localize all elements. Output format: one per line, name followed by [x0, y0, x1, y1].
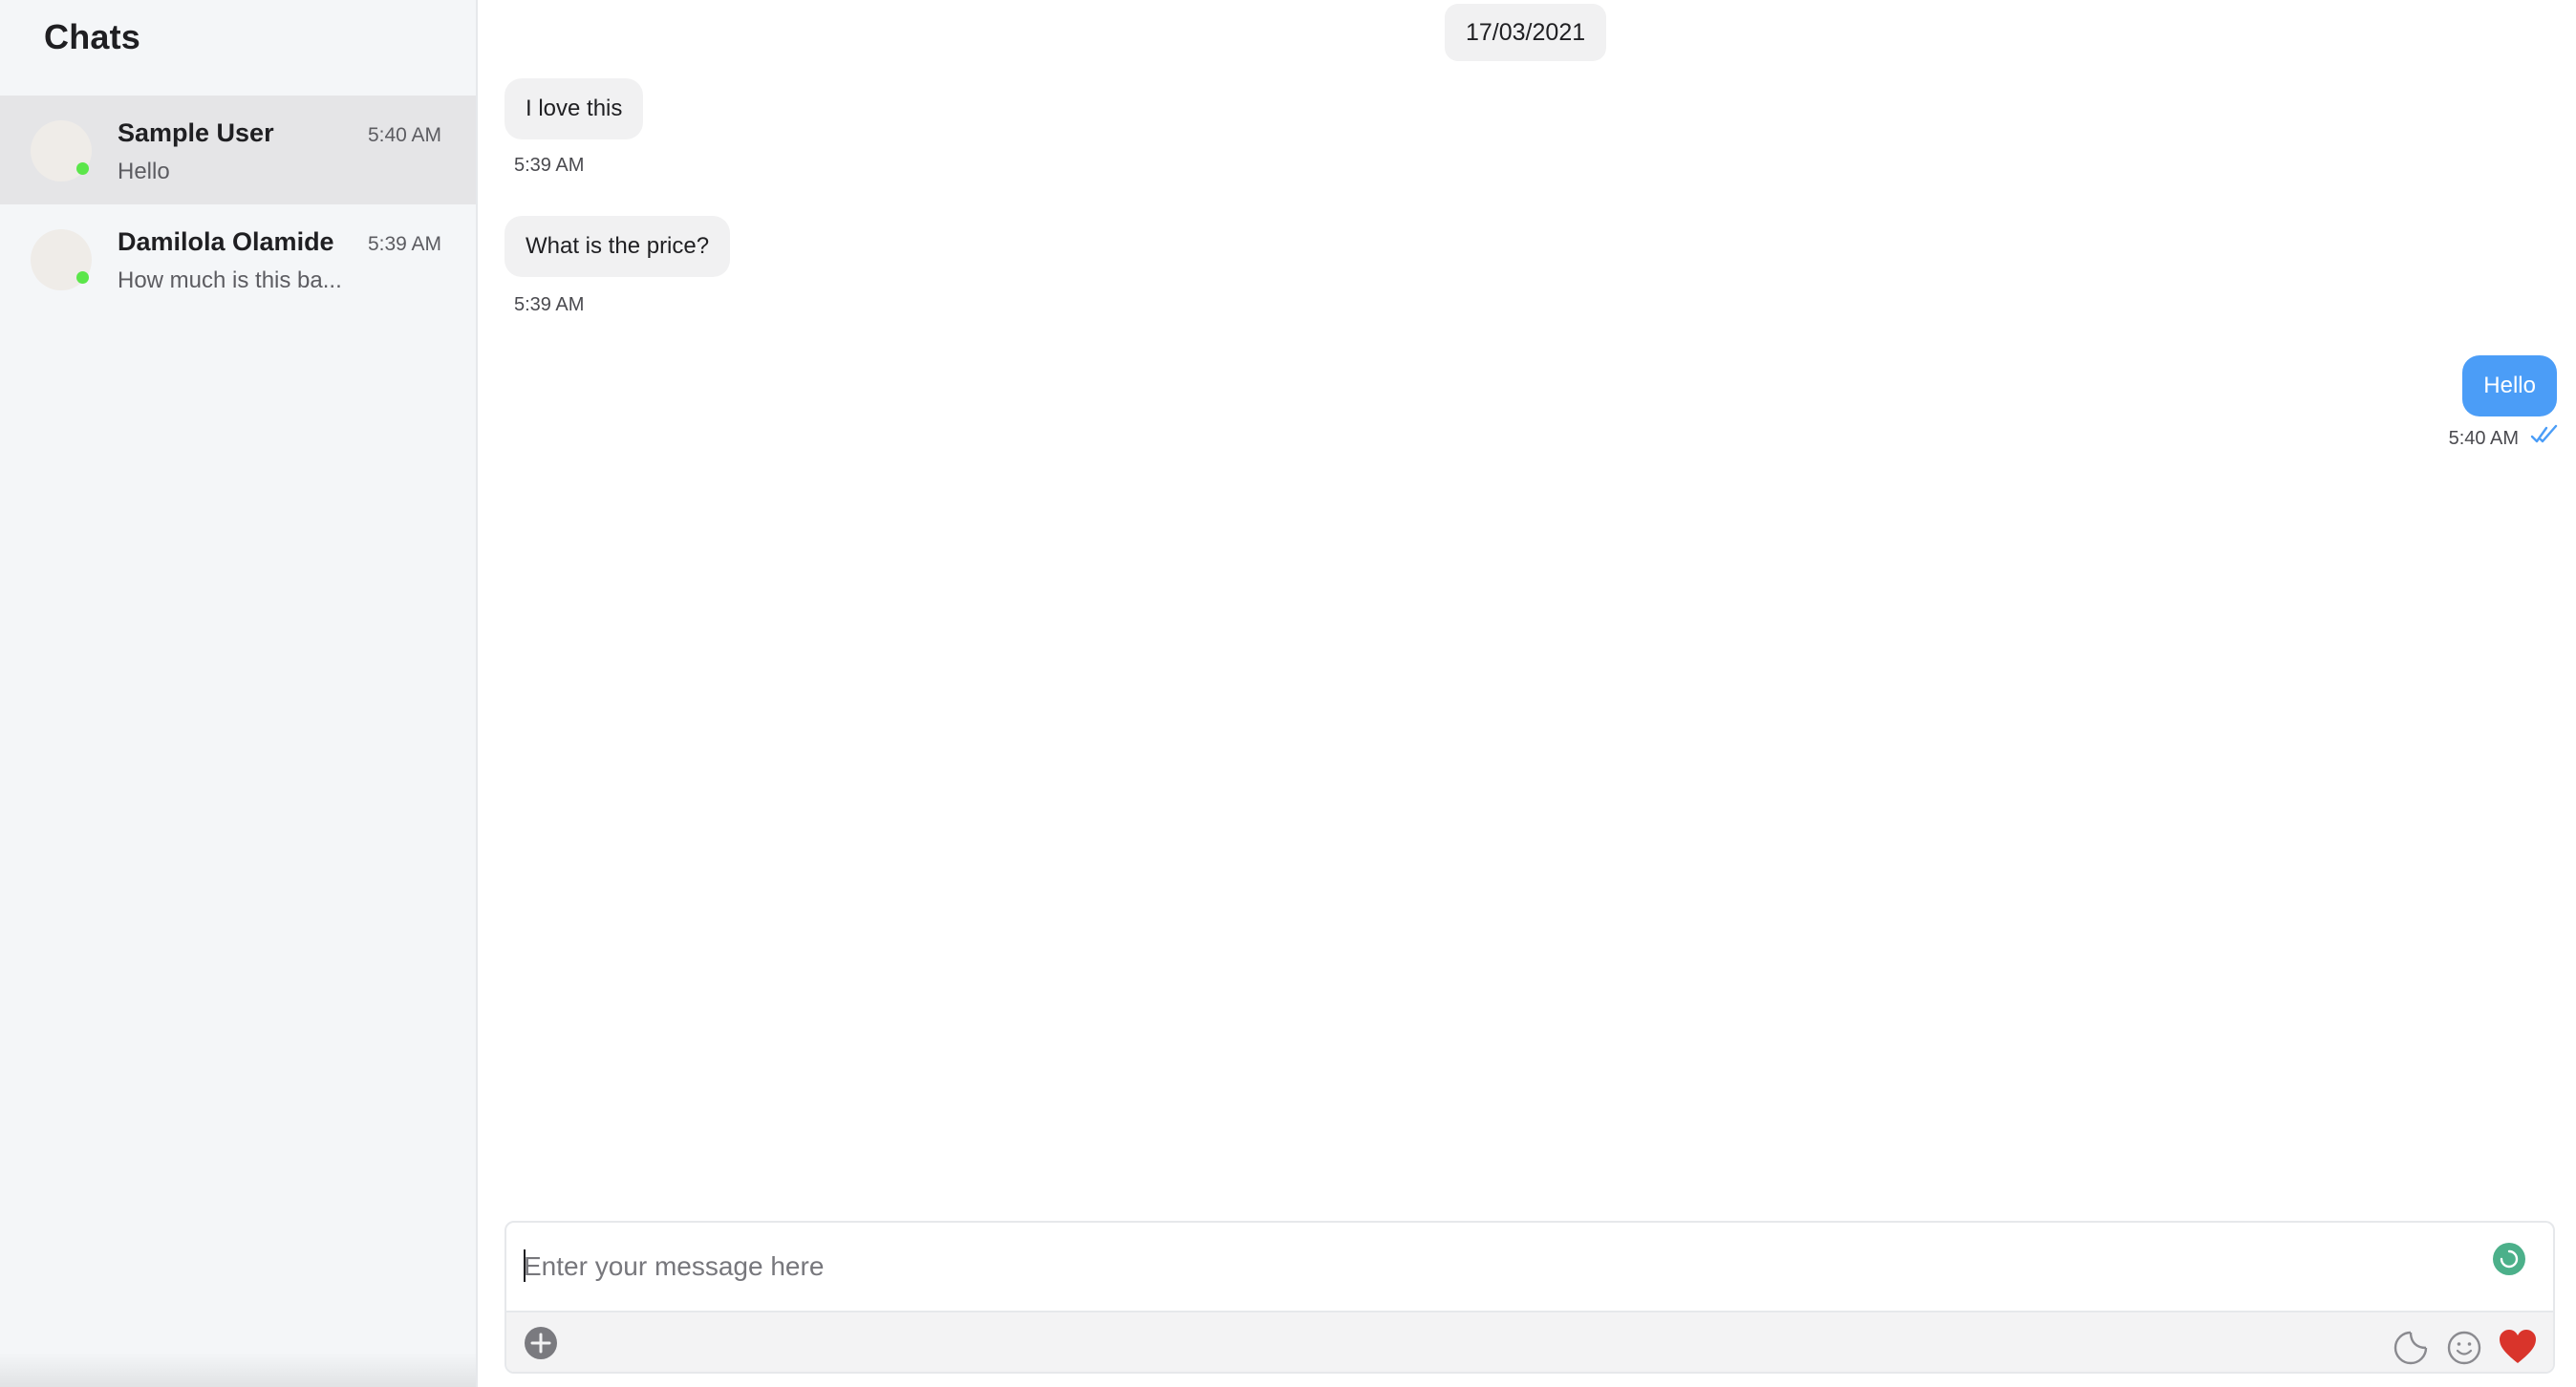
sidebar-title: Chats	[44, 17, 141, 56]
conversation-panel: 17/03/2021 I love this 5:39 AM What is t…	[478, 0, 2576, 1387]
incoming-message-bubble[interactable]: I love this	[504, 78, 644, 139]
emoji-icon[interactable]	[2446, 1330, 2482, 1366]
message-timestamp: 5:39 AM	[514, 155, 585, 176]
chat-item-damilola-olamide[interactable]: Damilola Olamide 5:39 AM How much is thi…	[0, 204, 476, 313]
sidebar-footer-shadow	[0, 1353, 476, 1387]
chat-time: 5:39 AM	[367, 233, 441, 255]
date-separator: 17/03/2021	[1445, 4, 1607, 61]
heart-icon[interactable]	[2498, 1328, 2538, 1366]
chat-preview: Hello	[118, 159, 170, 184]
outgoing-message-bubble[interactable]: Hello	[2462, 355, 2557, 416]
chat-name: Sample User	[118, 118, 274, 147]
status-spinner-icon	[2493, 1243, 2525, 1275]
chat-list: Sample User 5:40 AM Hello Damilola Olami…	[0, 96, 476, 313]
chat-time: 5:40 AM	[367, 124, 441, 146]
text-caret	[524, 1249, 526, 1282]
message-composer	[504, 1221, 2555, 1374]
chat-preview: How much is this ba...	[118, 267, 342, 293]
add-attachment-icon[interactable]	[524, 1326, 558, 1360]
message-input[interactable]	[506, 1223, 2553, 1311]
message-timestamp: 5:40 AM	[2448, 428, 2519, 449]
chat-app: Chats Sample User 5:40 AM Hello Damilola…	[0, 0, 2576, 1387]
double-check-icon	[2530, 424, 2558, 443]
chat-item-sample-user[interactable]: Sample User 5:40 AM Hello	[0, 96, 476, 204]
chat-name: Damilola Olamide	[118, 227, 334, 256]
composer-toolbar	[506, 1311, 2553, 1372]
online-status-indicator	[76, 162, 89, 175]
online-status-indicator	[76, 271, 89, 284]
sticker-icon[interactable]	[2393, 1330, 2429, 1366]
sidebar: Chats Sample User 5:40 AM Hello Damilola…	[0, 0, 478, 1387]
incoming-message-bubble[interactable]: What is the price?	[504, 216, 731, 277]
message-timestamp: 5:39 AM	[514, 294, 585, 315]
